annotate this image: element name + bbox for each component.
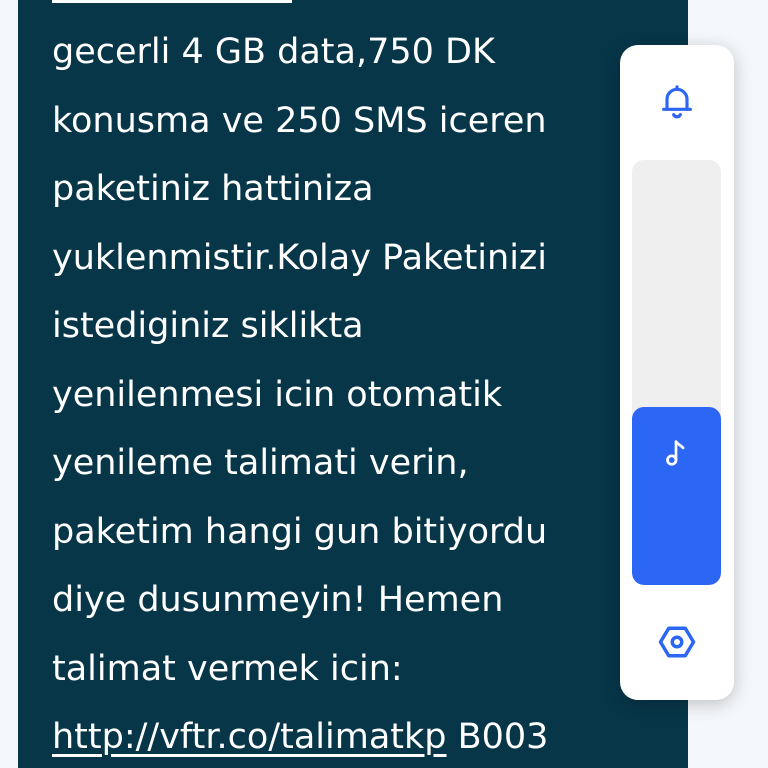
message-line: talimat vermek icin: xyxy=(52,648,403,689)
message-line: gecerli 4 GB data,750 DK xyxy=(52,32,495,72)
volume-panel xyxy=(620,45,734,700)
bubble-top-edge xyxy=(52,0,292,3)
message-line: paketim hangi gun bitiyordu xyxy=(52,511,548,552)
settings-icon xyxy=(658,626,696,658)
slider-icon-holder xyxy=(658,435,694,471)
bell-icon xyxy=(662,85,692,119)
message-bubble: gecerli 4 GB data,750 DK konusma ve 250 … xyxy=(18,0,688,768)
sound-settings-button[interactable] xyxy=(653,618,701,666)
message-line: yenilenmesi icin otomatik xyxy=(52,374,503,415)
message-line: diye dusunmeyin! Hemen xyxy=(52,580,504,620)
message-line: yuklenmistir.Kolay Paketinizi xyxy=(52,237,548,278)
message-line: paketiniz hattiniza xyxy=(52,169,374,209)
message-line: yenileme talimati verin, xyxy=(52,443,469,483)
message-text: gecerli 4 GB data,750 DK konusma ve 250 … xyxy=(52,18,688,768)
volume-slider[interactable] xyxy=(632,160,721,585)
volume-slider-fill xyxy=(632,406,721,585)
message-line: istediginiz siklikta xyxy=(52,306,364,346)
ring-mode-button[interactable] xyxy=(653,77,701,125)
talimat-link[interactable]: http://vftr.co/talimatkp xyxy=(52,717,447,757)
message-line: konusma ve 250 SMS iceren xyxy=(52,100,547,141)
message-code: B003 xyxy=(446,717,549,757)
music-note-icon xyxy=(666,439,685,466)
